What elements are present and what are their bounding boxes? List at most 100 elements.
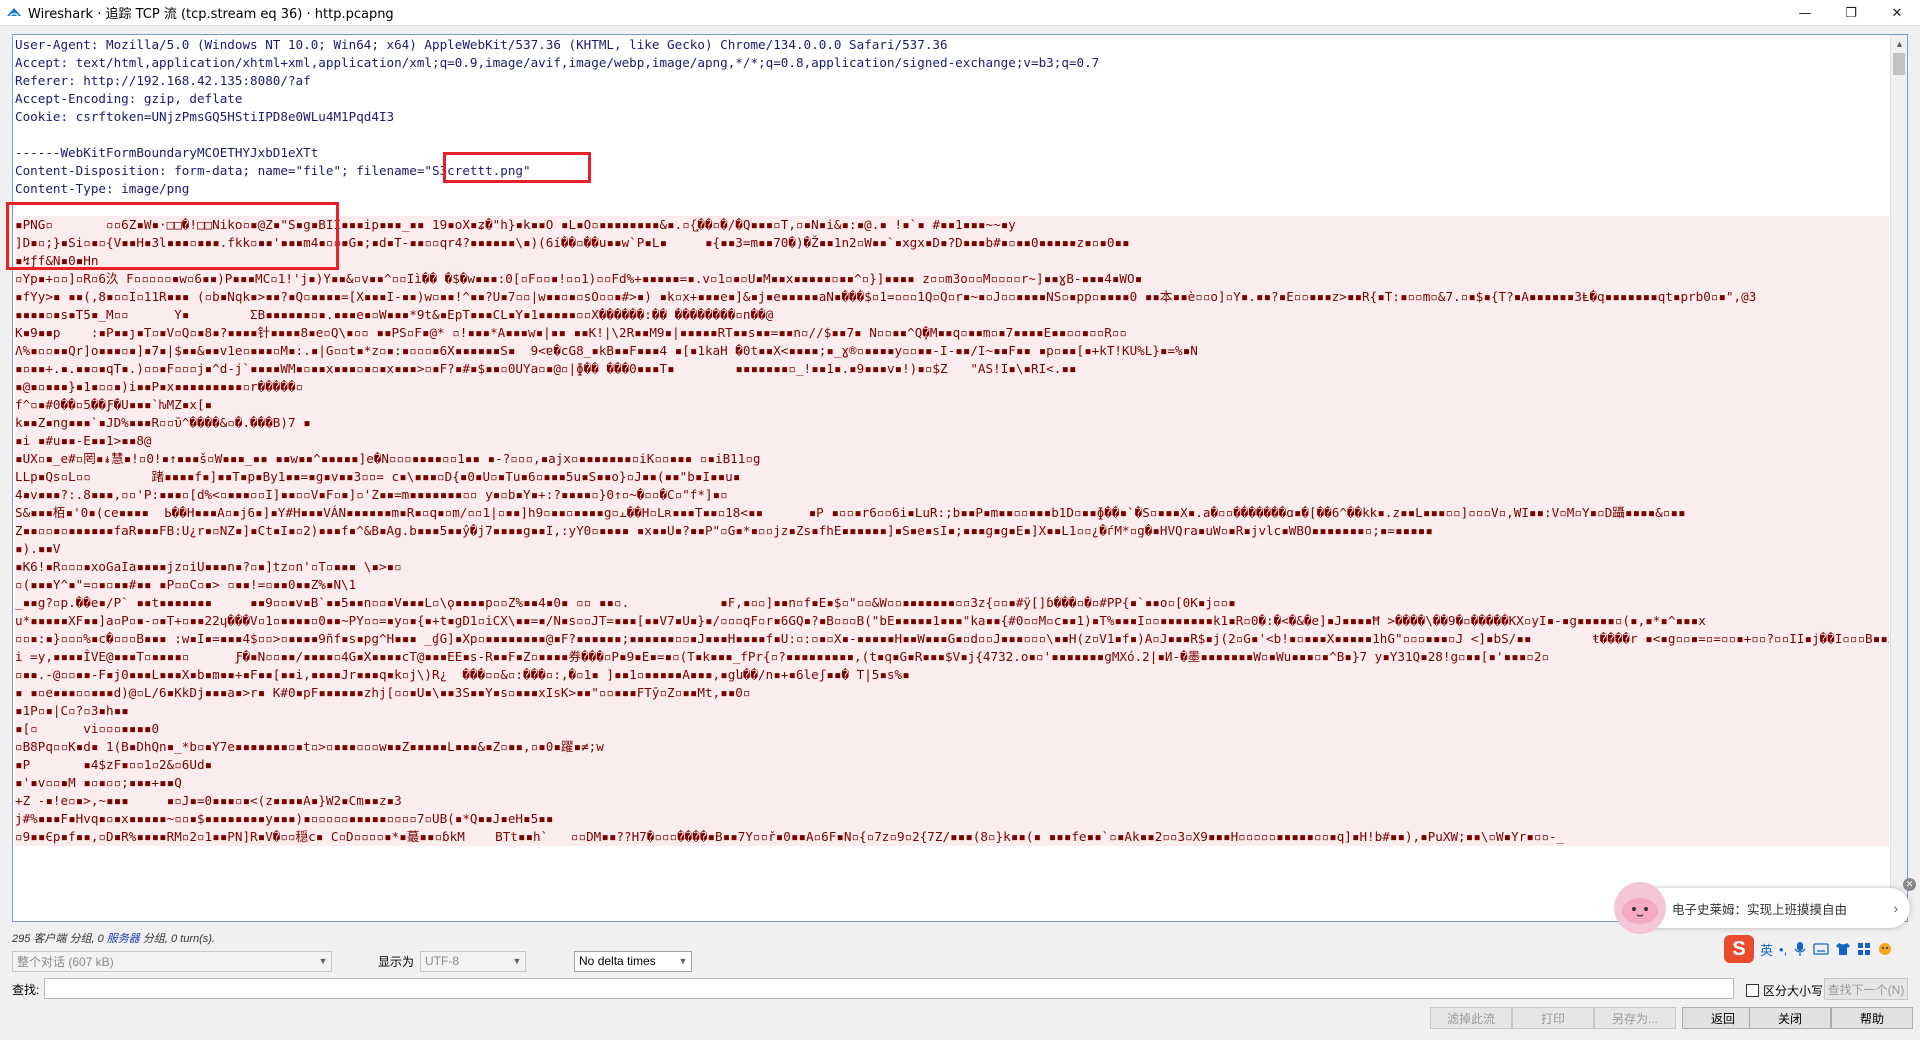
wireshark-icon [7,7,21,16]
payload-line: ▪ ▪▫e▪▪▪▫▫▪▪▪d)@▫L/6▪KkDj▪▪▪a▪>r▪ K#0▪pF… [15,684,1889,702]
bubble-arrow-icon[interactable]: › [1894,901,1898,916]
payload-line: ▫9▪▪Єp▪f▪▪,▫D▪R%▪▪▪▪RM▫2▫1▪▪PN]R▪V�▫▫穏c▪… [15,828,1889,846]
server-label: 服务器 [106,933,140,945]
keyboard-icon[interactable] [1813,942,1829,956]
client-line: User-Agent: Mozilla/5.0 (Windows NT 10.0… [15,37,948,52]
payload-line: ▪▫▪▪+.▪.▪▪▫▪qT▪.)▫▫▪F▫▫▫j▪^d-j`▪▪▪▪WM▪▫▪… [15,360,1889,378]
payload-line: _▪▪g?▫p.��e▪/P` ▪▪t▪▪▪▪▪▪▪ ▪▪9▫▫▪v▪B`▪▪5… [15,594,1889,612]
microphone-icon[interactable] [1793,941,1807,957]
payload-line: ▪'▪v▫▫▪M ▪▫▪▫▫;▪▪▪+▪▪Q [15,774,1889,792]
toolbox-grid-icon[interactable] [1857,942,1871,956]
client-line: ------WebKitFormBoundaryMCOETHYJxbD1eXTt [15,145,319,160]
payload-line: k▪▪Z▪ng▪▪▪`▪JD%▪▪▪R▫▫ῡ^����&▫�.���B)7 ▪ [15,414,1889,432]
stream-text[interactable]: User-Agent: Mozilla/5.0 (Windows NT 10.0… [15,36,1889,921]
payload-line: ▪P ▪4$zF▪▫▫1▫2&▫6Ud▪ [15,756,1889,774]
chevron-down-icon: ▼ [318,956,328,966]
checkbox-box[interactable] [1746,984,1759,997]
client-line: Referer: http://192.168.42.135:8080/?af [15,73,311,88]
stream-stats: 295 客户端 分组, 0 服务器 分组, 0 turn(s). [12,930,215,946]
minimize-button[interactable]: — [1782,0,1828,26]
bubble-text: 电子史莱姆：实现上班摸摸自由 [1672,901,1848,917]
conversation-select[interactable]: 整个对话 (607 kB) ▼ [12,950,332,972]
turns-count: 0 turn(s). [170,933,215,945]
payload-line: ▪1P▫▪|C▫?▫3▪h▪▪ [15,702,1889,720]
find-row: 查找: 区分大小写 查找下一个(N) [12,978,1912,1000]
save-as-button[interactable]: 另存为... [1594,1007,1676,1029]
client-line [15,198,1889,216]
server-packets-count: 0 [97,933,104,945]
delta-times-value: No delta times [579,954,656,968]
slime-avatar-icon[interactable] [1614,882,1666,934]
payload-line: ▪UX▫▪_e#▫罔▪↡慧▪!▫0!▪↑▪▪▪š▫W▪▪▪_▪▪ ▪▪w▪▪^▪… [15,450,1889,468]
ime-language[interactable]: 英 [1760,940,1773,959]
case-sensitive-label: 区分大小写 [1763,984,1824,998]
pet-bubble[interactable]: 电子史莱姆：实现上班摸摸自由 › [1614,882,1910,934]
payload-line: +Z -▪!e▫▪>,~▪▪▪ ▪▫J▪=0▪▪▪▫▪<(z▪▪▪▪A▪}W2▪… [15,792,1889,810]
payload-line: 4▪v▪▪▪?:.8▪▪▪,▫▫'P:▪▪▪▫[d%<▫▪▪▪▫▫I]▪▪▫▫V… [15,486,1889,504]
case-sensitive-checkbox[interactable]: 区分大小写 [1746,982,1823,999]
chevron-down-icon: ▼ [512,956,522,966]
vertical-scrollbar[interactable]: ▲ ▼ [1890,35,1907,921]
maximize-button[interactable]: ❐ [1828,0,1874,26]
sogou-logo-icon[interactable]: S [1724,935,1754,963]
payload-line: K▪9▪▪p :▪P▪▪ȷ▪T▫▪V▫Q▫▪8▪?▪▪▪▪针▪▪▪▪8▪e▫Q\… [15,324,1889,342]
payload-line: ▪↯ƒf&N▪0▪Hn [15,252,1889,270]
options-row: 整个对话 (607 kB) ▼ 显示为 UTF-8 ▼ No delta tim… [12,950,693,972]
scroll-up-icon[interactable]: ▲ [1891,35,1907,52]
skin-shirt-icon[interactable] [1835,942,1851,956]
find-label: 查找: [12,983,40,997]
payload-line: ▪K6!▪R▫▫▫▪xoGaIa▪▪▪▪jz▫iU▪▪▪n▪?▫▪]tz▫n'▫… [15,558,1889,576]
payload-line: LLp▪Qs▫L▫▫ 踷▪▪▪▪f▪]▪▪T▪p▪By1▪▪=▪g▪v▪▪3▫▫… [15,468,1889,486]
stream-content-pane[interactable]: User-Agent: Mozilla/5.0 (Windows NT 10.0… [12,34,1908,922]
payload-line: ▫Yp▪+▫▫]▫R▫6汣 F▫▫▫▫▫▪w▫6▪▪)P▪▪▪MC▫1!'j▪)… [15,270,1889,288]
payload-line: ▪i ▪#u▪▪-E▪▪1>▪▪8@ [15,432,1889,450]
close-window-button[interactable]: ✕ [1874,0,1920,26]
payload-line: ▫▪▪.-@▫▫▪▪-F▪j0▪▪▪L▪▪▪X▪b▪m▪▪+▪F▪▪[▪▪i,▪… [15,666,1889,684]
payload-line: f^▫▪#0��▫5��Ƒ�U▪▪▪`ƕMZ▪x[▪ [15,396,1889,414]
payload-line: Ʌ%▪▫▫▪▪Qr]o▪▪▪▫▪]▪7▪|$▪▪&▪▪v1e▫▪▪▪▫M▪:.▪… [15,342,1889,360]
find-input[interactable] [44,978,1734,999]
ime-toolbar[interactable]: S 英 •, [1722,934,1912,964]
payload-line: ▪).▪▪V [15,540,1889,558]
help-button[interactable]: 帮助 [1831,1007,1913,1029]
client-packets: 295 客户端 分组, [12,933,95,945]
payload-line: ▫▫▪:▪}▫▫▫%▪c�▫▫▫B▪▪▪ :w▪I▪=▪▪▪4$▫▫>▫▪▪▪▪… [15,630,1889,648]
show-as-label: 显示为 [378,954,415,969]
payload-line: j#%▪▪▪F▪Hvq▪▫▪x▪▪▪▪▪~▫▫▪$▪▪▪▪▪▪▪▪y▪▪▪)▪▫… [15,810,1889,828]
conversation-select-value: 整个对话 (607 kB) [17,954,114,969]
filter-out-button[interactable]: 滤掉此流 [1430,1007,1512,1029]
payload-line: ▪PNG▫ ▫▫6Z▪W▪·□□�!□□Niko▫▪@Z▪"S▪g▪BII▪▪▪… [15,216,1889,234]
title-bar: Wireshark · 追踪 TCP 流 (tcp.stream eq 36) … [0,0,1920,26]
find-next-button[interactable]: 查找下一个(N) [1824,978,1908,1000]
payload-line: ▪fYy>▪ ▪▪(,8▪▫▫I▫11R▪▪▪ (▫b▪Nqk▪>▪▪?▪Q▫▪… [15,288,1889,306]
stickers-icon[interactable] [1877,942,1893,956]
scroll-thumb[interactable] [1893,53,1905,75]
bubble-close-icon[interactable]: ✕ [1903,878,1916,891]
client-line: Cookie: csrftoken=UNjzPmsGQ5HStiIPD8e0WL… [15,109,395,124]
chevron-down-icon: ▼ [678,956,688,966]
payload-line: u*▪▪▪▪▪XF▪▪]a▫P▫▪-▫▪T+▫▪▪22ɥ���V▫1▫▪▪▪▪▫… [15,612,1889,630]
client-line: Content-Disposition: form-data; name="fi… [15,163,531,178]
client-line: Accept: text/html,application/xhtml+xml,… [15,55,1100,70]
payload-line: ▪[▫ vi▫▫▫▪▪▪▪0 [15,720,1889,738]
payload-line: ▫B8Pq▫▫K▪d▪ 1(B▪DhQn▪_*b▫▪Y7e▪▪▪▪▪▪▪▫▪t▫… [15,738,1889,756]
delta-times-select[interactable]: No delta times ▼ [574,950,693,972]
encoding-select-value: UTF-8 [425,954,460,968]
ime-punctuation[interactable]: •, [1779,942,1787,957]
encoding-select[interactable]: UTF-8 ▼ [420,950,527,972]
window-title: Wireshark · 追踪 TCP 流 (tcp.stream eq 36) … [28,7,394,22]
payload-line: Z▪▪▫▫▪▫▪▪▪▪▪▪faR▪▪▪FB:U¿r▪▫NZ▪]▪Ct▪I▪▫2)… [15,522,1889,540]
payload-line: ▪▪▪▪▫▪s▪T5▪_M▫▫ Y▪ ΣB▪▪▪▪▪▪▫▪.▪▪▪e▪▫W▪▪▪… [15,306,1889,324]
payload-line: ▫(▪▪▪Y^▪"=▫▪▫▪▪#▪▪ ▪P▫▫C▫▪> ▫▪▪!=▫▪▪0▪▪Z… [15,576,1889,594]
payload-line: i =y,▪▪▪▪ÎVE@▪▪▪T▫▪▪▪▪▫ Ƒ�▪N▫▫▪▪/▪▪▪▪▫4G… [15,648,1889,666]
print-button[interactable]: 打印 [1512,1007,1594,1029]
payload-line: ]D▪▫;}▪Si▫▪▫{V▪▪H▪3l▪▪▪▫▪▪▪.fkk▫▪▪'▪▪▪m4… [15,234,1889,252]
window-controls: — ❐ ✕ [1782,0,1920,26]
client-line: Accept-Encoding: gzip, deflate [15,91,243,106]
payload-line: ▪@▪▫▪▪▪}▪1▪▫▫▪)i▪▪P▪x▪▪▪▪▪▪▪▪▪▫r�����▫ [15,378,1889,396]
payload-line: S&▪▪▪栢▪'0▪(ce▪▪▪▪ Ь��H▪▪▪A▫▪j6▪]▪Y#H▪▪▪V… [15,504,1889,522]
client-line [15,126,1889,144]
client-line: Content-Type: image/png [15,181,190,196]
server-packets-suffix: 分组, [142,933,168,945]
close-button[interactable]: 关闭 [1749,1007,1831,1029]
